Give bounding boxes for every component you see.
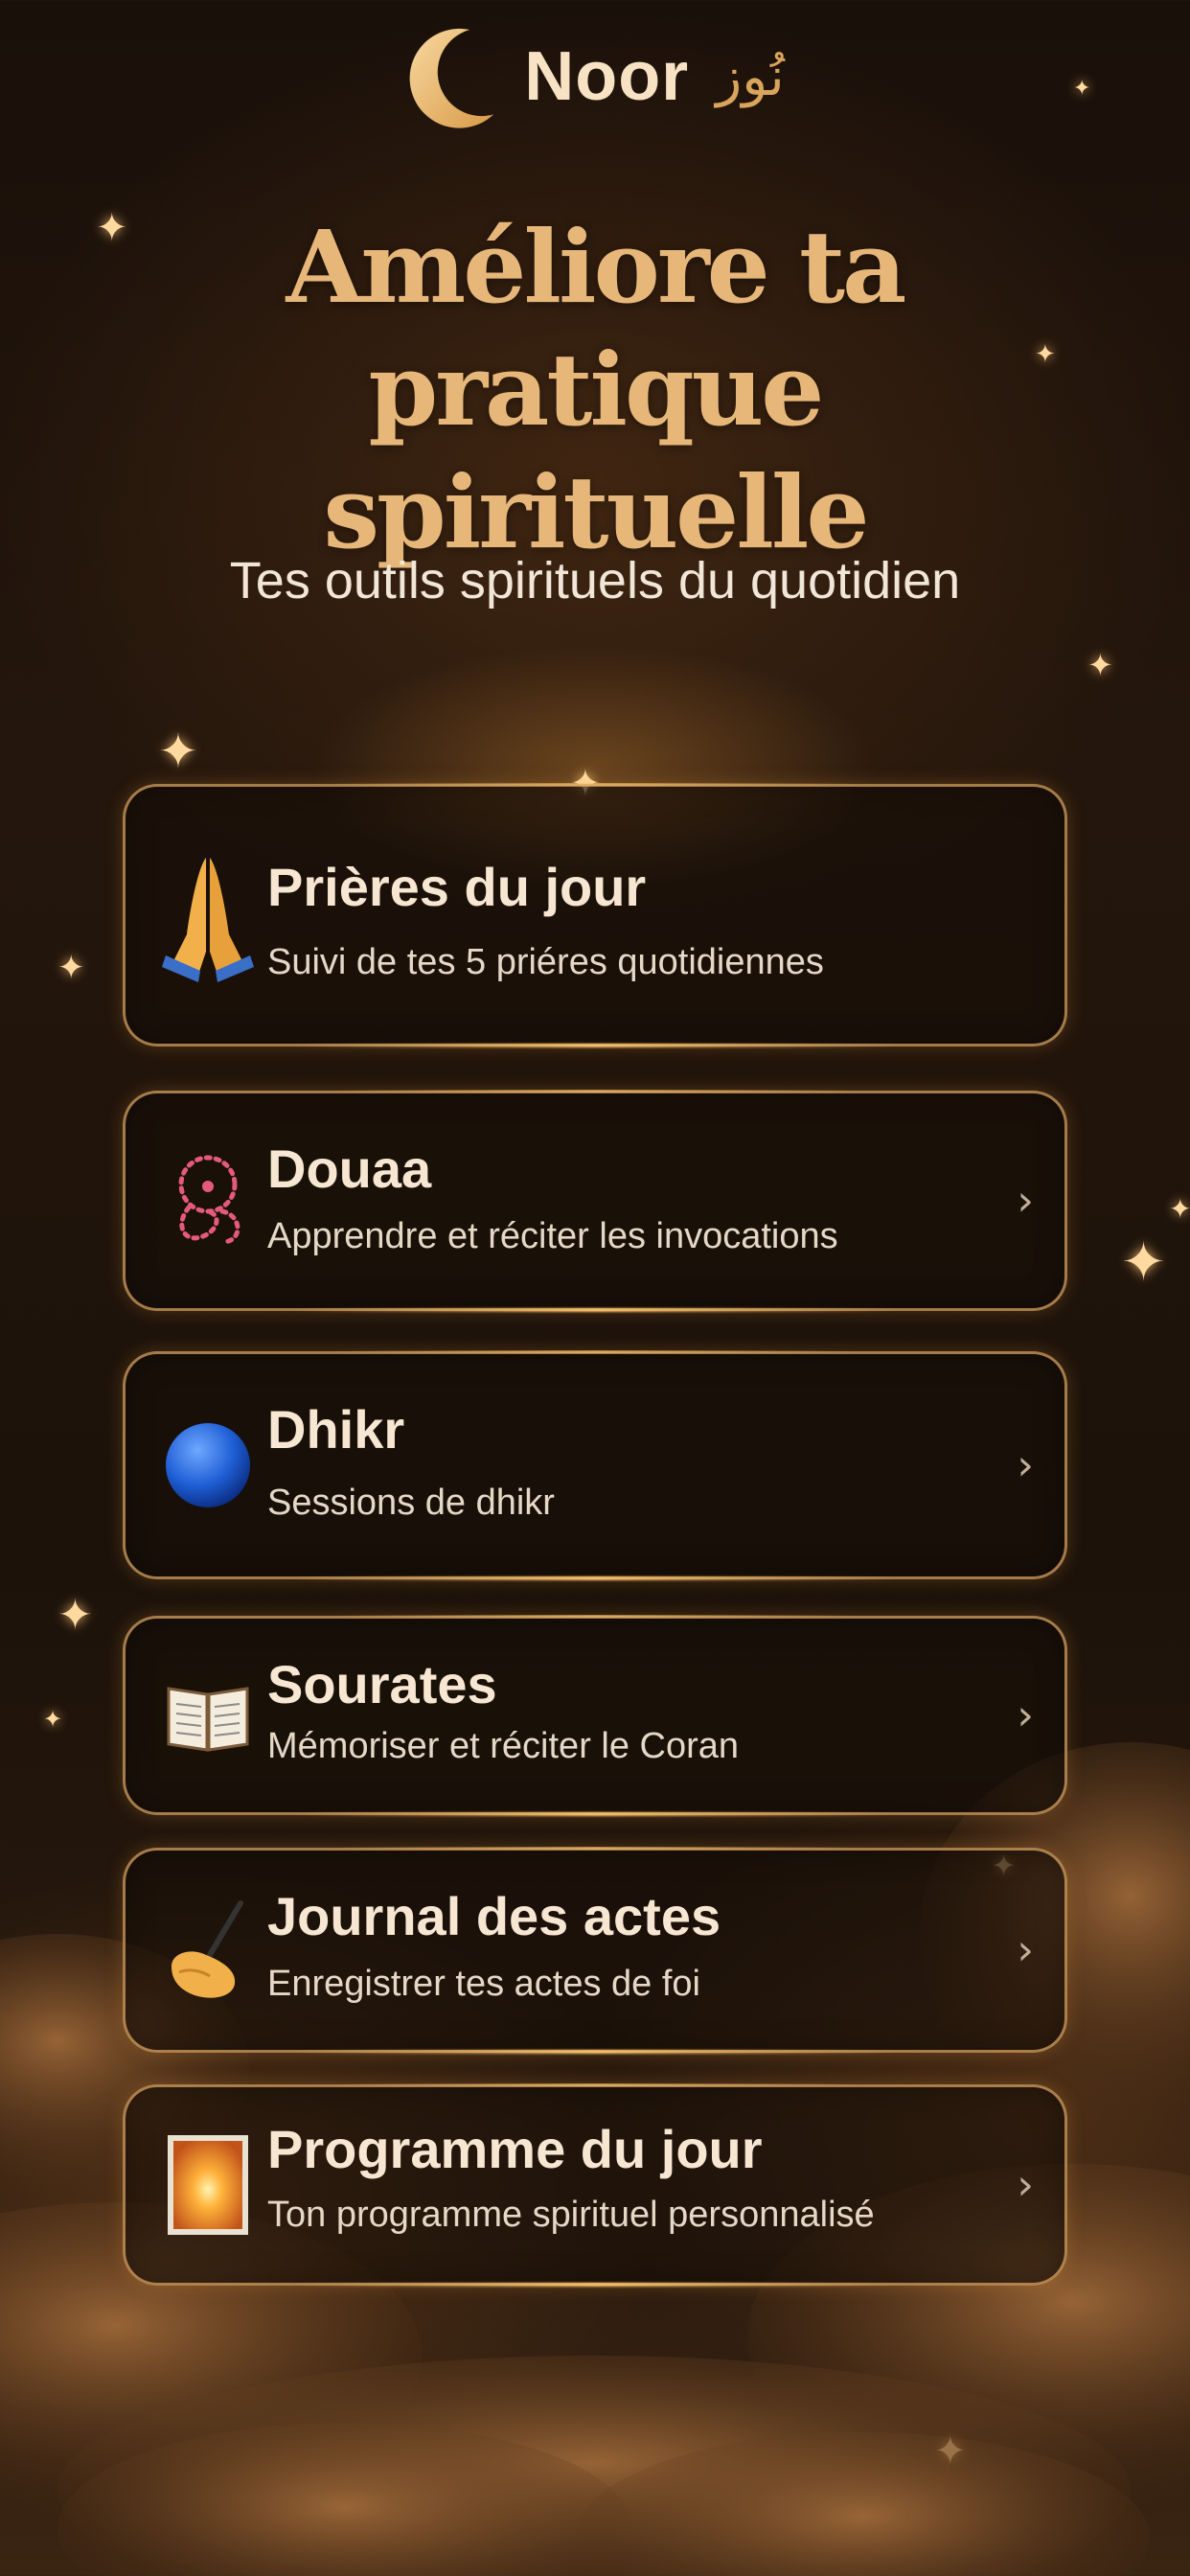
open-book-icon — [160, 1658, 256, 1773]
card-description: Mémoriser et réciter le Coran — [267, 1726, 740, 1766]
title-line-1: Améliore ta — [286, 208, 907, 326]
card-sourates[interactable]: Sourates Mémoriser et réciter le Coran › — [123, 1615, 1067, 1815]
sparkle-icon: ✦ — [57, 949, 85, 987]
chevron-right-icon: › — [1017, 2160, 1034, 2210]
crescent-moon-icon — [409, 28, 494, 128]
prayer-beads-icon — [160, 1143, 256, 1258]
card-journal-des-actes[interactable]: Journal des actes Enregistrer tes actes … — [123, 1847, 1067, 2053]
chevron-right-icon: › — [1017, 1176, 1034, 1226]
card-title: Dhikr — [267, 1399, 405, 1460]
sunrise-icon — [160, 2128, 256, 2242]
praying-hands-icon — [160, 858, 256, 982]
card-title: Programme du jour — [267, 2119, 763, 2179]
card-title: Prières du jour — [267, 857, 647, 917]
card-description: Enregistrer tes actes de foi — [267, 1964, 700, 2004]
card-description: Ton programme spirituel personnalisé — [267, 2195, 875, 2235]
sparkle-icon: ✦ — [1169, 1193, 1190, 1225]
sparkle-icon: ✦ — [1087, 647, 1113, 683]
page-subtitle: Tes outils spirituels du quotidien — [229, 552, 961, 610]
card-description: Sessions de dhikr — [267, 1483, 555, 1523]
blue-circle-icon — [160, 1408, 256, 1523]
page-title: Améliore ta pratique spirituelle — [96, 206, 1094, 574]
card-programme-du-jour[interactable]: Programme du jour Ton programme spiritue… — [123, 2083, 1067, 2286]
card-title: Douaa — [267, 1138, 432, 1199]
chevron-right-icon: › — [1017, 1690, 1034, 1740]
sparkle-icon: ✦ — [57, 1591, 93, 1640]
app-name: Noor — [524, 38, 690, 115]
title-line-2: pratique spirituelle — [323, 331, 869, 571]
brand-header: Noor نُوز — [0, 19, 1190, 134]
sparkle-icon: ✦ — [934, 2429, 967, 2473]
app-name-arabic: نُوز — [716, 45, 785, 108]
card-dhikr[interactable]: Dhikr Sessions de dhikr › — [123, 1350, 1067, 1579]
card-douaa[interactable]: Douaa Apprendre et réciter les invocatio… — [123, 1090, 1067, 1311]
sparkle-icon: ✦ — [1121, 1231, 1166, 1294]
chevron-right-icon: › — [1017, 1440, 1034, 1490]
card-title: Sourates — [267, 1654, 497, 1714]
chevron-right-icon: › — [1017, 1925, 1034, 1975]
sparkle-icon: ✦ — [43, 1706, 63, 1733]
writing-hand-icon — [160, 1893, 256, 2008]
sparkle-icon: ✦ — [158, 724, 198, 779]
card-description: Suivi de tes 5 priéres quotidiennes — [267, 942, 824, 982]
card-prieres-du-jour[interactable]: Prières du jour Suivi de tes 5 priéres q… — [123, 783, 1067, 1046]
card-title: Journal des actes — [267, 1886, 721, 1946]
card-description: Apprendre et réciter les invocations — [267, 1216, 838, 1256]
